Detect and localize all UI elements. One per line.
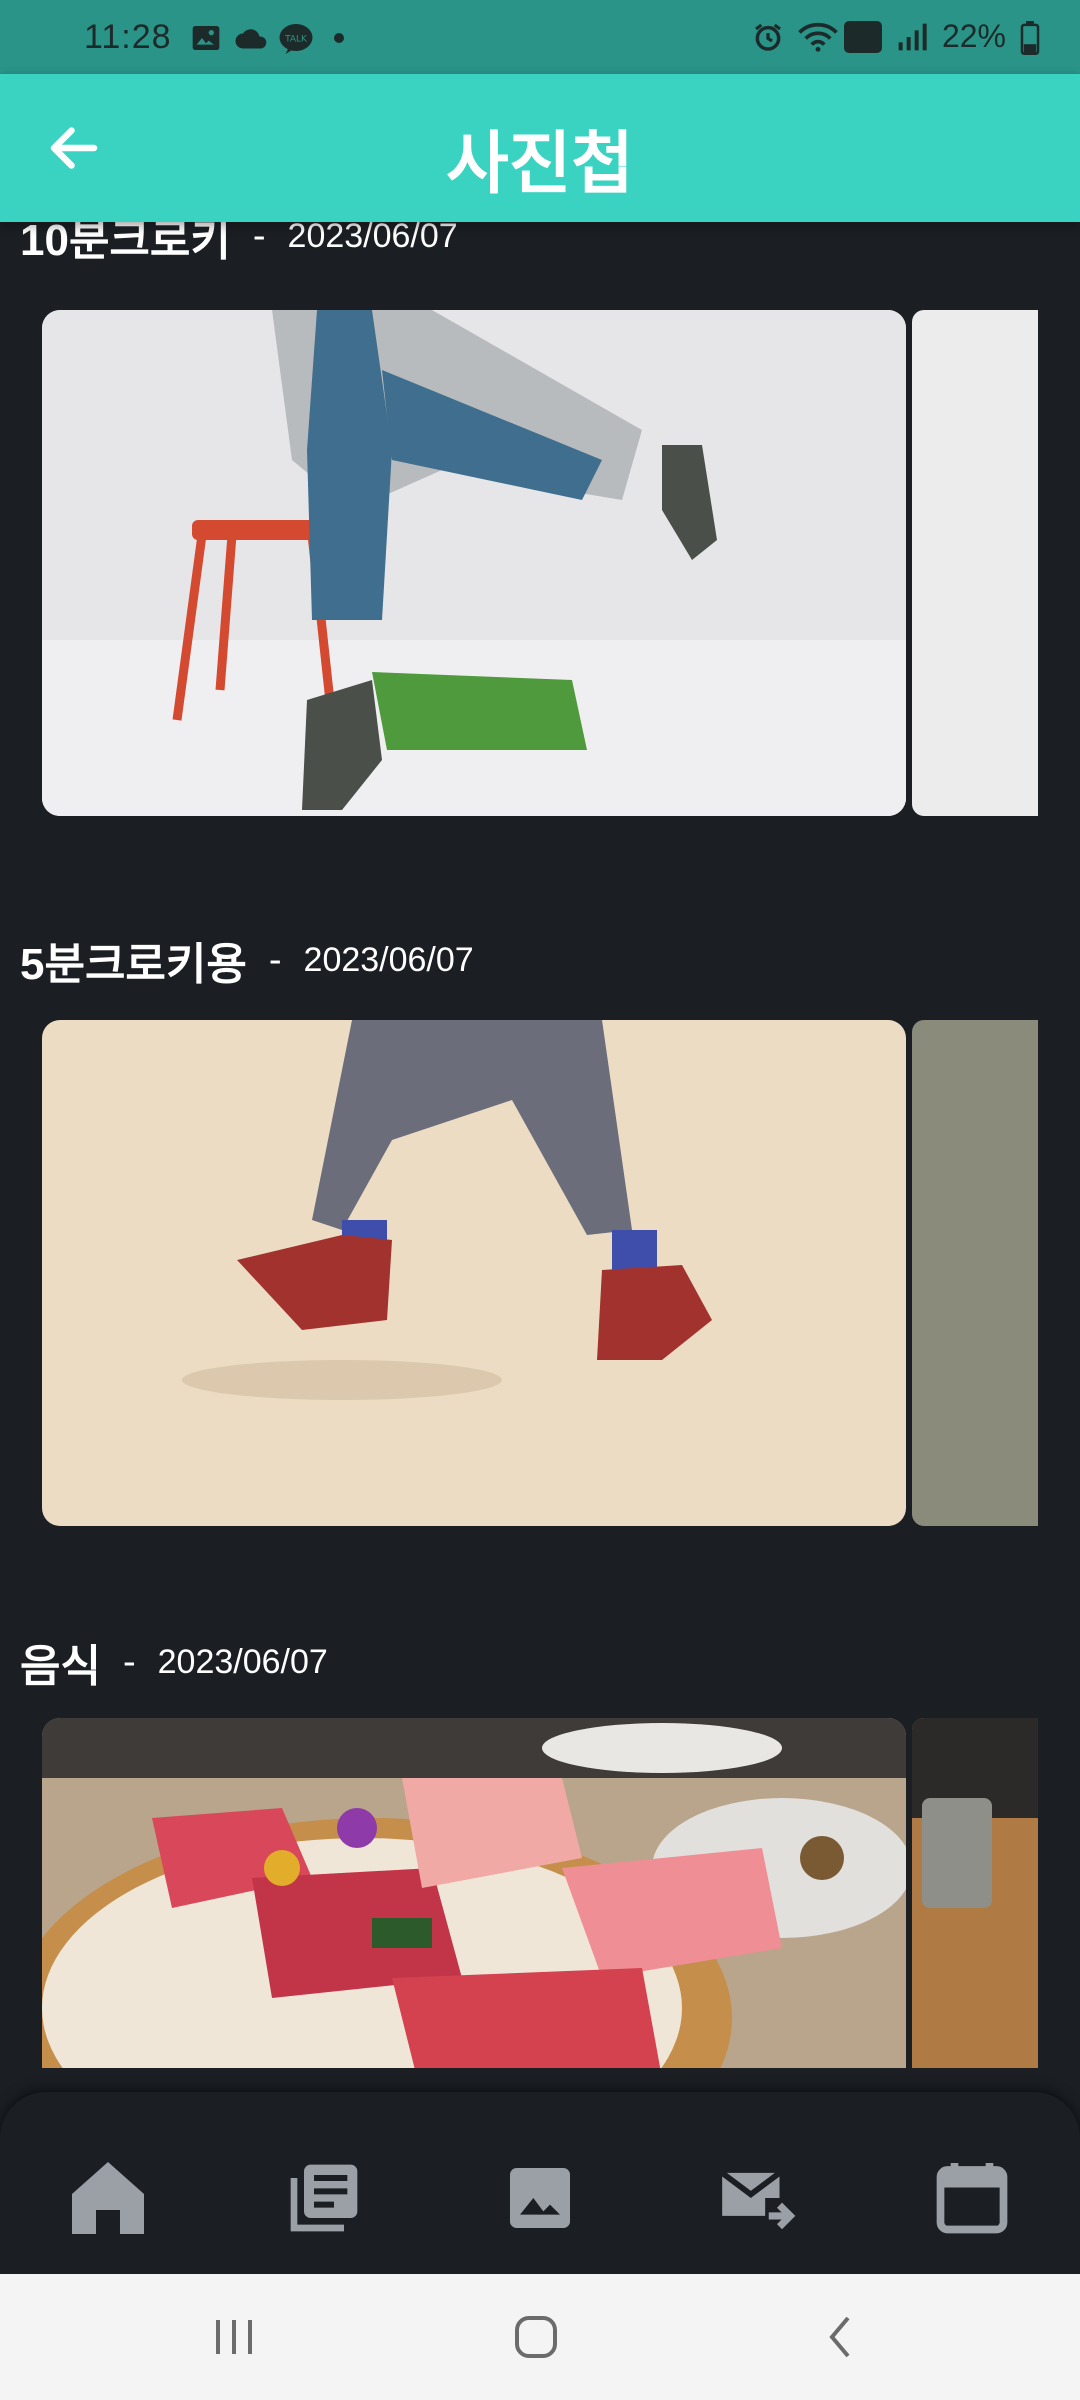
home-icon[interactable]: [60, 2150, 156, 2246]
alarm-icon: [752, 21, 784, 53]
dot-icon: [334, 33, 344, 43]
back-chevron-icon[interactable]: [810, 2312, 870, 2362]
svg-text:TALK: TALK: [284, 34, 308, 44]
hd-voice-icon: [843, 20, 882, 53]
system-nav-bar: [0, 2274, 1080, 2400]
library-icon[interactable]: [276, 2150, 372, 2246]
forward-mail-icon[interactable]: [710, 2150, 806, 2246]
album-title: 10분크로키: [20, 222, 231, 265]
photo-strip[interactable]: [42, 1718, 1038, 2068]
photo-strip[interactable]: [42, 310, 1038, 816]
status-time: 11:28: [84, 18, 172, 56]
cloud-icon: [234, 22, 267, 54]
status-bar: 11:28 TALK 22%: [0, 0, 1080, 74]
page-title: 사진첩: [446, 126, 634, 202]
album-date: 2023/06/07: [287, 222, 458, 255]
album-date: 2023/06/07: [157, 1642, 328, 1681]
photo-thumbnail[interactable]: [912, 310, 1038, 816]
album-title: 음식: [20, 1642, 101, 1691]
photo-thumbnail[interactable]: [42, 1718, 906, 2068]
album-header: 10분크로키 - 2023/06/07: [20, 222, 458, 268]
app-header: 사진첩: [0, 74, 1080, 222]
bottom-nav: [0, 2092, 1080, 2274]
photo-thumbnail[interactable]: [912, 1020, 1038, 1526]
battery-icon: [1020, 20, 1052, 55]
album-date: 2023/06/07: [303, 940, 474, 979]
system-icons: 22%: [752, 18, 1052, 55]
album-separator: -: [268, 938, 282, 981]
home-circle-icon[interactable]: [506, 2312, 566, 2362]
wifi-icon: [798, 21, 838, 53]
recents-icon[interactable]: [204, 2312, 264, 2362]
album-header: 5분크로키용 - 2023/06/07: [20, 928, 474, 992]
notification-icons: TALK: [190, 22, 344, 54]
image-icon[interactable]: [492, 2150, 588, 2246]
album-title: 5분크로키용: [20, 940, 247, 989]
album-header: 음식 - 2023/06/07: [20, 1630, 328, 1694]
album-separator: -: [252, 222, 266, 257]
battery-percent: 22%: [941, 18, 1006, 54]
photo-thumbnail[interactable]: [42, 1020, 906, 1526]
album-list[interactable]: 10분크로키 - 2023/06/07 5분크로키용 - 2023/06/07 …: [0, 222, 1080, 2092]
calendar-icon[interactable]: [924, 2150, 1020, 2246]
photo-thumbnail[interactable]: [912, 1718, 1038, 2068]
photo-strip[interactable]: [42, 1020, 1038, 1526]
gallery-icon: [190, 22, 222, 54]
signal-icon: [896, 21, 928, 53]
album-separator: -: [122, 1640, 136, 1683]
photo-thumbnail[interactable]: [42, 310, 906, 816]
talk-icon: TALK: [278, 22, 313, 54]
